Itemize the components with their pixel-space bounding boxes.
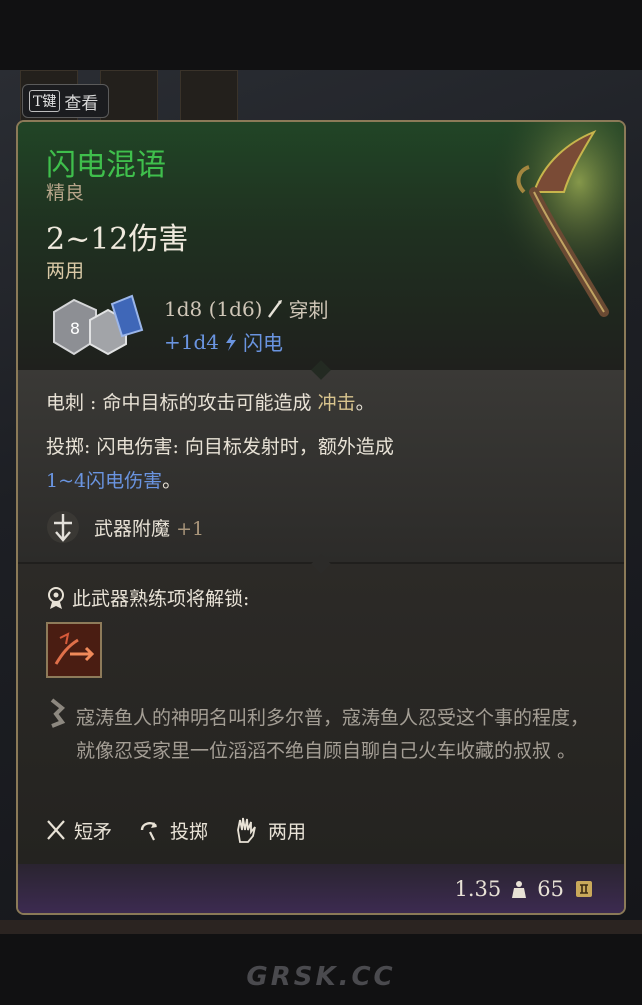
lightning-icon xyxy=(226,332,237,351)
ability-throw: 投掷: 闪电伤害: 向目标发射时，额外造成 xyxy=(46,436,394,458)
hand-icon xyxy=(237,817,256,843)
throw-end: 。 xyxy=(162,470,182,492)
bonus-dice: +1d4 xyxy=(164,329,220,354)
skill-icon[interactable] xyxy=(46,622,102,678)
throw-damage: 1~4闪电伤害 xyxy=(46,470,163,492)
enchant-label: 武器附魔 xyxy=(94,518,171,540)
property-versatile[interactable]: 两用 xyxy=(234,816,306,844)
ability-electric: 电刺 : 命中目标的攻击可能造成 冲击。 xyxy=(46,388,375,415)
condition-link[interactable]: 冲击 xyxy=(318,392,356,414)
proficiency-icon xyxy=(48,587,64,609)
watermark: GRSK.CC xyxy=(246,962,396,992)
damage-dice: 1d8 (1d6) xyxy=(164,296,263,321)
weapon-properties: 短矛 投掷 两用 xyxy=(46,816,332,844)
t-key-icon: T键 xyxy=(29,90,61,112)
ability-throw-value: 1~4闪电伤害。 xyxy=(46,466,181,493)
damage-line-bonus: +1d4 闪电 xyxy=(164,327,283,356)
weapon-image xyxy=(474,122,624,322)
throw-icon xyxy=(140,822,158,841)
bonus-type: 闪电 xyxy=(243,331,284,355)
flavor-text: 寇涛鱼人的神明名叫利多尔普，寇涛鱼人忍受这个事的程度，就像忍受家里一位滔滔不绝自… xyxy=(76,707,590,762)
enchant-icon xyxy=(47,511,79,543)
item-price: 65 xyxy=(537,877,564,901)
gold-icon xyxy=(576,881,592,897)
item-handedness: 两用 xyxy=(46,260,85,282)
property-spear[interactable]: 短矛 xyxy=(46,817,112,844)
damage-line-base: 1d8 (1d6) 穿刺 xyxy=(164,294,328,323)
item-damage: 2~12伤害 xyxy=(46,222,189,257)
lore-icon xyxy=(50,698,66,728)
inspect-label: 查看 xyxy=(64,93,99,114)
weight-icon xyxy=(512,881,527,898)
property-label: 短矛 xyxy=(74,820,113,843)
dice-icon: 8 xyxy=(53,294,144,356)
property-label: 两用 xyxy=(268,820,307,843)
item-footer: 1.35 65 xyxy=(455,877,595,901)
inventory-slot[interactable] xyxy=(180,70,238,124)
inventory-strip xyxy=(0,920,642,934)
enchant-value: +1 xyxy=(176,518,205,540)
item-weight: 1.35 xyxy=(454,877,502,901)
skill-art xyxy=(48,624,100,676)
ability-end: 。 xyxy=(355,392,375,414)
pierce-icon xyxy=(268,299,283,318)
svg-text:8: 8 xyxy=(70,319,80,338)
property-throw[interactable]: 投掷 xyxy=(138,817,208,844)
item-rarity: 精良 xyxy=(46,182,85,204)
weapon-enchantment: 武器附魔 +1 xyxy=(94,514,204,541)
damage-type: 穿刺 xyxy=(288,298,329,322)
inspect-hint[interactable]: T键 查看 xyxy=(22,84,110,118)
ability-label: 电刺 : xyxy=(46,392,97,414)
proficiency-title: 此武器熟练项将解锁: xyxy=(72,588,250,610)
spear-icon xyxy=(47,820,65,840)
property-label: 投掷 xyxy=(170,820,209,843)
ability-text: 命中目标的攻击可能造成 xyxy=(102,392,312,414)
item-tooltip: 闪电混语 精良 2~12伤害 两用 8 1d8 (1d6) 穿刺 +1d4 闪电… xyxy=(16,120,626,915)
